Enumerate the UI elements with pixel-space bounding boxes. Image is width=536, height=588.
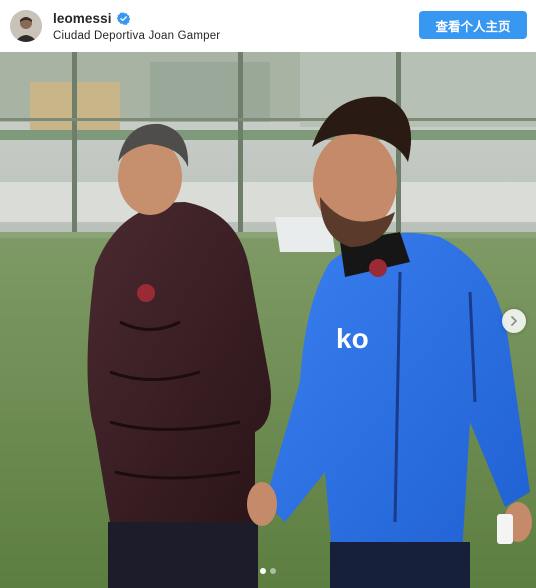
avatar-image bbox=[10, 10, 42, 42]
username-link[interactable]: leomessi bbox=[53, 11, 112, 26]
carousel-dot-1 bbox=[260, 568, 266, 574]
username-row: leomessi bbox=[53, 10, 220, 26]
user-block: leomessi Ciudad Deportiva Joan Gamper bbox=[53, 10, 220, 43]
jersey-sponsor-text: ko bbox=[336, 323, 369, 354]
avatar[interactable] bbox=[10, 10, 42, 42]
carousel-indicator bbox=[0, 568, 536, 576]
verified-badge-icon bbox=[116, 11, 130, 25]
post-photo[interactable]: ko bbox=[0, 52, 536, 588]
carousel-dot-2 bbox=[270, 568, 276, 574]
photo-scene: ko bbox=[0, 52, 536, 588]
post-header: leomessi Ciudad Deportiva Joan Gamper 查看… bbox=[0, 0, 536, 52]
chevron-right-icon bbox=[511, 316, 517, 326]
location-link[interactable]: Ciudad Deportiva Joan Gamper bbox=[53, 30, 220, 42]
next-slide-button[interactable] bbox=[502, 309, 526, 333]
view-profile-button[interactable]: 查看个人主页 bbox=[419, 11, 527, 39]
